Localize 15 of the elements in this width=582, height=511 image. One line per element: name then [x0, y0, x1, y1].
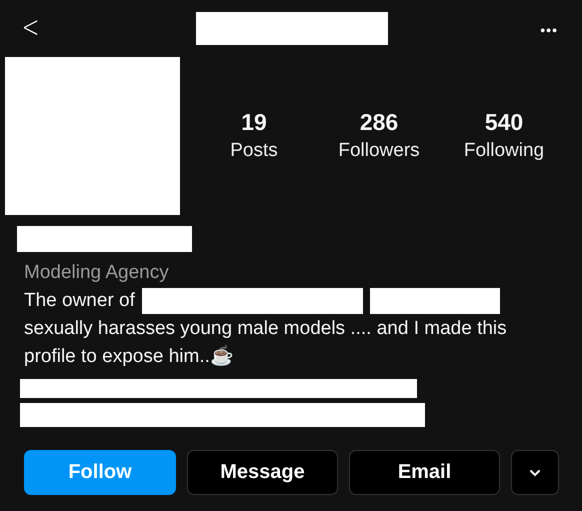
- stat-count: 19: [241, 108, 267, 137]
- stat-label: Following: [464, 139, 544, 163]
- bio-text: sexually harasses young male models .... and I made this profile to expose him..☕: [24, 317, 508, 369]
- chevron-down-icon: [529, 468, 541, 476]
- more-button[interactable]: •••: [540, 22, 558, 38]
- action-button[interactable]: Email: [349, 450, 500, 495]
- dropdown-button[interactable]: [511, 450, 559, 495]
- bio-text: The owner of: [24, 289, 135, 313]
- back-button[interactable]: <: [18, 13, 42, 43]
- stat-count: 540: [484, 108, 524, 137]
- stat-label: Posts: [230, 139, 278, 163]
- stat-label: Followers: [338, 139, 420, 163]
- stat-count: 286: [360, 108, 398, 137]
- category-label: Modeling Agency: [24, 261, 170, 285]
- action-button[interactable]: Message: [187, 450, 338, 495]
